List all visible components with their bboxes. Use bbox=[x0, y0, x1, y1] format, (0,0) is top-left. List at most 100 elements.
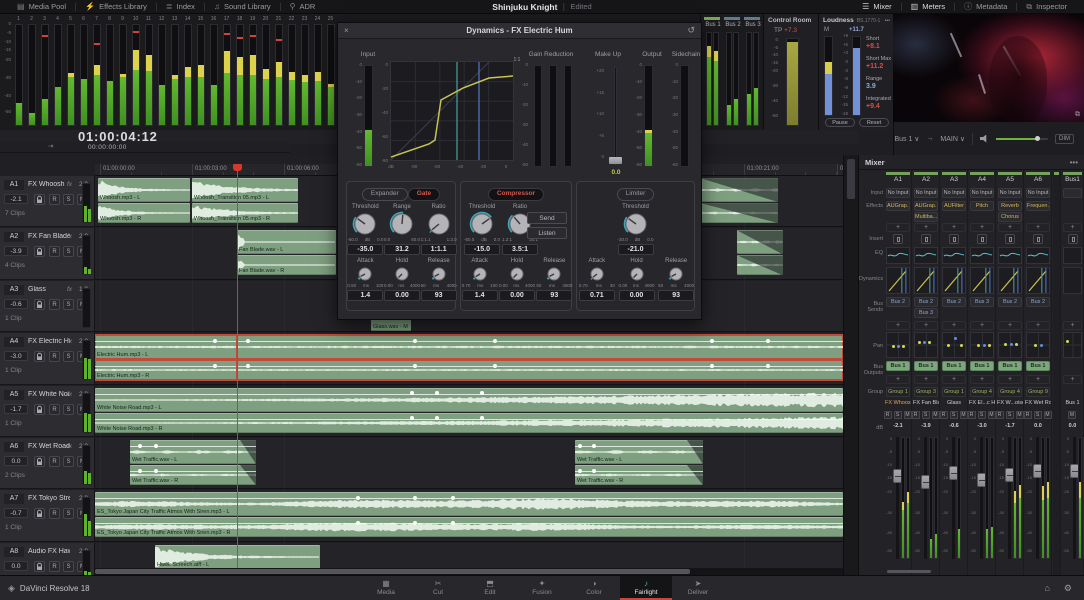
audio-clip[interactable]: Electric Hum.mp3 - R bbox=[95, 360, 237, 381]
bus-send-chip[interactable]: Bus 2 bbox=[886, 297, 910, 307]
add-effect-button[interactable]: + bbox=[914, 223, 938, 232]
eq-cell[interactable] bbox=[914, 247, 938, 264]
knob-value[interactable]: -21.0 bbox=[617, 244, 654, 255]
insert-toggle[interactable] bbox=[893, 234, 903, 244]
track-s-button[interactable]: S bbox=[63, 246, 74, 258]
toolbar-item-index[interactable]: ≣ Index bbox=[157, 0, 204, 13]
page-tab-fairlight[interactable]: ♪ Fairlight bbox=[620, 576, 672, 600]
audio-clip[interactable] bbox=[237, 360, 843, 381]
add-send-button[interactable]: + bbox=[1026, 321, 1050, 330]
insert-toggle[interactable] bbox=[949, 234, 959, 244]
group-chip[interactable]: Group 1 bbox=[886, 387, 910, 397]
group-chip[interactable]: Group 4 bbox=[998, 387, 1022, 397]
group-chip[interactable]: Group 1 bbox=[942, 387, 966, 397]
track-r-button[interactable]: R bbox=[49, 351, 60, 363]
pan-point[interactable] bbox=[1040, 344, 1044, 347]
home-icon[interactable]: ⌂ bbox=[1044, 583, 1049, 593]
input-cell[interactable] bbox=[1063, 188, 1082, 198]
pan-point[interactable] bbox=[982, 344, 986, 347]
knob-attack[interactable]: Attack 0.50 ms 100 1.4 bbox=[346, 258, 384, 301]
audio-clip[interactable]: Whoosh_Transition 05.mp3 - L bbox=[192, 178, 298, 202]
track-r-button[interactable]: R bbox=[49, 560, 60, 572]
track-s-button[interactable]: S bbox=[63, 351, 74, 363]
automation-point[interactable] bbox=[766, 363, 770, 368]
group-chip[interactable]: Group 3 bbox=[914, 387, 938, 397]
automation-point[interactable] bbox=[213, 363, 217, 368]
track-header-A7[interactable]: A7FX Tokyo Street2.0-0.7RSM1 Clip bbox=[0, 490, 95, 542]
track-header-A2[interactable]: A2FX Fan Bladefx2.0-3.9RSM4 Clips bbox=[0, 228, 95, 280]
track-r-button[interactable]: R bbox=[49, 194, 60, 205]
add-send-button[interactable]: + bbox=[886, 321, 910, 330]
toolbar-item-metadata[interactable]: ⓘ Metadata bbox=[955, 0, 1016, 13]
track-r-button[interactable]: R bbox=[49, 508, 60, 520]
insert-toggle[interactable] bbox=[1067, 234, 1078, 244]
strip-m-button[interactable]: M bbox=[931, 411, 940, 419]
audio-clip[interactable]: Fan Blade.wav - R bbox=[237, 255, 336, 276]
eq-cell[interactable] bbox=[970, 247, 994, 264]
vscroll-handle[interactable] bbox=[847, 159, 855, 199]
toolbar-item-media-pool[interactable]: ▤ Media Pool bbox=[8, 0, 75, 13]
fx-badge[interactable]: fx bbox=[67, 181, 72, 188]
pan-point[interactable] bbox=[891, 345, 895, 349]
audio-clip[interactable]: ES_Tokyo Japan City Traffic Atmos With S… bbox=[95, 492, 843, 517]
track-gain-value[interactable]: 0.0 bbox=[4, 456, 28, 466]
knob-hold[interactable]: Hold 0.00 ms 4000 0.00 bbox=[498, 258, 536, 301]
automation-point[interactable] bbox=[766, 338, 770, 343]
bus-send-chip[interactable]: Bus 2 bbox=[942, 297, 966, 307]
audio-clip[interactable] bbox=[700, 178, 778, 202]
pan-cell[interactable] bbox=[1063, 332, 1082, 358]
audio-clip[interactable]: White Noise Road.mp3 - R bbox=[95, 412, 843, 433]
volume-handle[interactable] bbox=[1034, 135, 1040, 141]
audio-clip[interactable]: ES_Tokyo Japan City Traffic Atmos With S… bbox=[95, 517, 843, 538]
knob-attack[interactable]: Attack 0.70 ms 100 1.4 bbox=[461, 258, 499, 301]
strip-s-button[interactable]: S bbox=[893, 411, 902, 419]
strip-r-button[interactable]: R bbox=[939, 411, 948, 419]
strip-r-button[interactable]: R bbox=[911, 411, 920, 419]
lock-button[interactable] bbox=[34, 246, 45, 258]
strip-name[interactable]: FX W...oise bbox=[997, 400, 1023, 406]
lock-button[interactable] bbox=[34, 508, 45, 520]
track-gain-value[interactable]: -3.0 bbox=[4, 351, 28, 362]
knob-threshold[interactable]: Threshold -30.0 dB 0.0 -21.0 bbox=[617, 204, 655, 255]
automation-point[interactable] bbox=[154, 468, 158, 473]
knob-threshold[interactable]: Threshold -50.0 dB 0.0 -15.0 bbox=[463, 204, 501, 255]
effect-chip[interactable]: Chorus bbox=[998, 212, 1022, 222]
knob-value[interactable]: 93 bbox=[536, 290, 573, 301]
fx-badge[interactable]: fx bbox=[67, 443, 72, 450]
knob-value[interactable]: -35.0 bbox=[347, 244, 384, 255]
makeup-slider[interactable] bbox=[614, 67, 617, 165]
input-cell[interactable]: No Input bbox=[970, 188, 994, 198]
knob-value[interactable]: 3.5:1 bbox=[502, 244, 538, 255]
bus-send-chip[interactable]: Bus 2 bbox=[998, 297, 1022, 307]
pan-cell[interactable] bbox=[886, 332, 910, 358]
audio-clip[interactable] bbox=[737, 230, 783, 255]
pan-cell[interactable] bbox=[914, 332, 938, 358]
strip-m-button[interactable]: M bbox=[1043, 411, 1052, 419]
bus-output-chip[interactable]: Bus 1 bbox=[998, 361, 1022, 371]
strip-m-button[interactable]: M bbox=[959, 411, 968, 419]
knob-release[interactable]: Release 50 ms 4000 93 bbox=[657, 258, 695, 301]
add-output-button[interactable]: + bbox=[998, 375, 1022, 384]
send-button[interactable]: Send bbox=[527, 212, 567, 224]
add-effect-button[interactable]: + bbox=[1063, 223, 1082, 232]
in-point-icon[interactable]: ⇥ bbox=[48, 143, 53, 151]
eq-cell[interactable] bbox=[1026, 247, 1050, 264]
track-gain-value[interactable]: 0.0 bbox=[4, 560, 28, 571]
pan-cell[interactable] bbox=[970, 332, 994, 358]
knob-attack[interactable]: Attack 0.70 ms 30 0.71 bbox=[578, 258, 616, 301]
bus-output-chip[interactable]: Bus 1 bbox=[970, 361, 994, 371]
pan-cell[interactable] bbox=[1026, 332, 1050, 358]
automation-point[interactable] bbox=[413, 363, 417, 368]
dynamics-cell[interactable] bbox=[914, 267, 938, 294]
playhead-line[interactable] bbox=[237, 164, 238, 568]
add-output-button[interactable]: + bbox=[942, 375, 966, 384]
fader-track[interactable] bbox=[1008, 437, 1011, 559]
strip-r-button[interactable]: R bbox=[995, 411, 1004, 419]
bus-output-chip[interactable]: Bus 1 bbox=[914, 361, 938, 371]
track-s-button[interactable]: S bbox=[63, 298, 74, 310]
input-cell[interactable]: No Input bbox=[998, 188, 1022, 198]
fader-track[interactable] bbox=[924, 437, 927, 559]
strip-name[interactable]: FX Wet Road bbox=[1025, 400, 1051, 406]
expand-viewer-icon[interactable]: ⧉ bbox=[1075, 111, 1080, 119]
automation-point[interactable] bbox=[138, 443, 142, 448]
